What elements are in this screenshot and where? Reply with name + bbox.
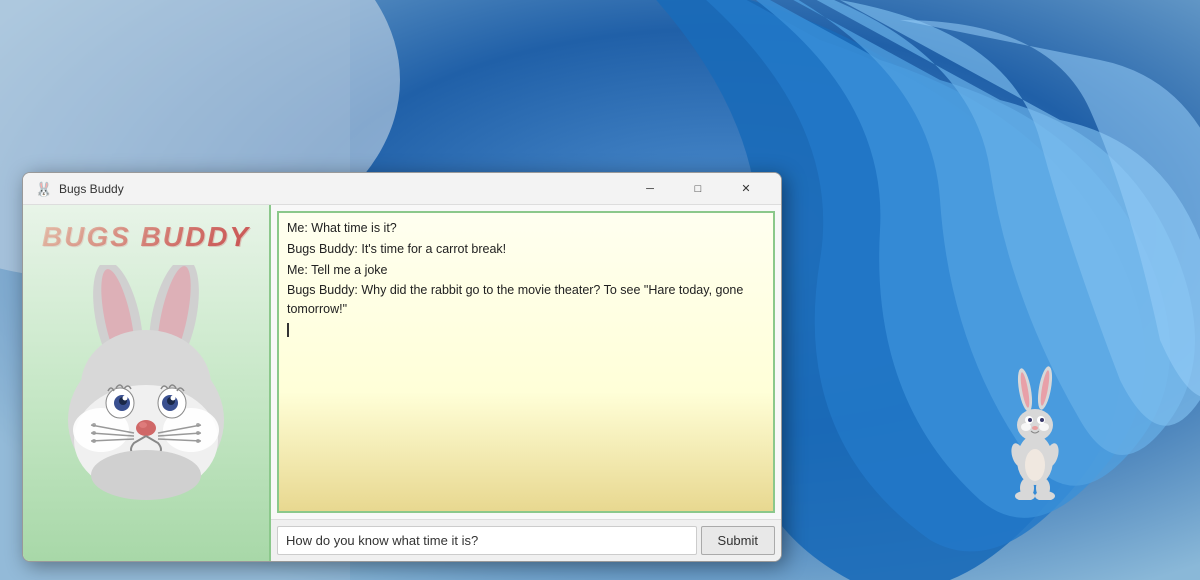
app-icon: 🐰 [35, 181, 51, 197]
titlebar: 🐰 Bugs Buddy ─ □ ✕ [23, 173, 781, 205]
chat-message: Me: Tell me a joke [287, 261, 765, 280]
maximize-button[interactable]: □ [675, 173, 721, 205]
app-title-text: BUGS BUDDY [42, 221, 250, 253]
text-cursor [287, 323, 289, 337]
close-button[interactable]: ✕ [723, 173, 769, 205]
chat-input[interactable] [277, 526, 697, 555]
left-panel: BUGS BUDDY [23, 205, 271, 561]
cursor-line [287, 323, 765, 337]
input-area: Submit [271, 519, 781, 561]
right-panel: Me: What time is it? Bugs Buddy: It's ti… [271, 205, 781, 561]
chat-message: Bugs Buddy: Why did the rabbit go to the… [287, 281, 765, 319]
window-content: BUGS BUDDY [23, 205, 781, 561]
chat-display-area[interactable]: Me: What time is it? Bugs Buddy: It's ti… [277, 211, 775, 513]
chat-message: Bugs Buddy: It's time for a carrot break… [287, 240, 765, 259]
window-title: Bugs Buddy [59, 182, 627, 196]
bugs-character-decoration [1000, 360, 1070, 500]
app-window: 🐰 Bugs Buddy ─ □ ✕ BUGS BUDDY [22, 172, 782, 562]
window-controls: ─ □ ✕ [627, 173, 769, 205]
bugs-face-illustration [46, 265, 246, 505]
submit-button[interactable]: Submit [701, 526, 775, 555]
chat-message: Me: What time is it? [287, 219, 765, 238]
minimize-button[interactable]: ─ [627, 173, 673, 205]
